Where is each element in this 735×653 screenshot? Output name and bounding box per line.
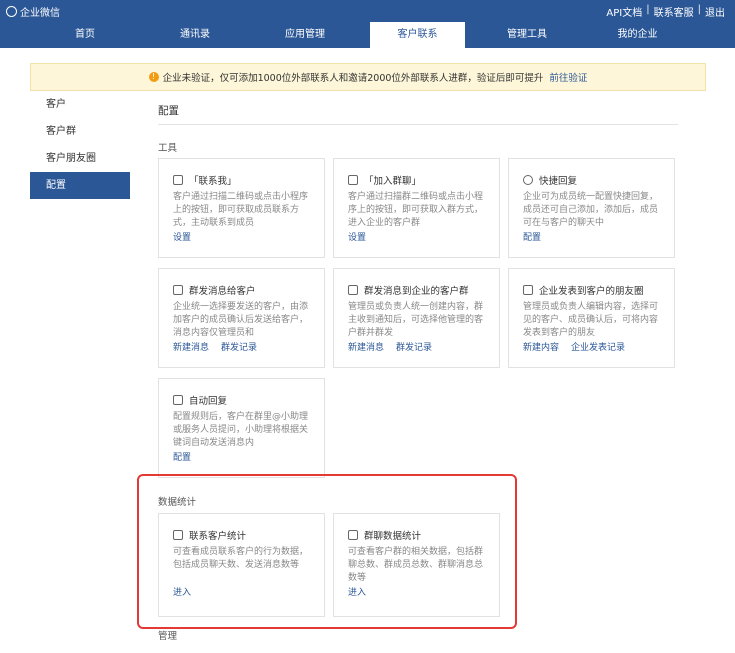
- configure-link[interactable]: 配置: [173, 450, 191, 463]
- setup-link[interactable]: 设置: [348, 230, 366, 243]
- nav-my-enterprise[interactable]: 我的企业: [590, 22, 685, 48]
- annotation-highlight-box: [137, 474, 517, 629]
- card-title: 「联系我」: [189, 176, 237, 187]
- section-manage-title: 管理: [158, 631, 178, 642]
- top-bar: 企业微信 API文档 | 联系客服 | 退出 首页 通讯录 应用管理 客户联系 …: [0, 0, 735, 48]
- verification-notice: ! 企业未验证，仅可添加1000位外部联系人和邀请2000位外部联系人进群，验证…: [30, 63, 706, 91]
- sidebar-item-customer-groups[interactable]: 客户群: [30, 118, 130, 145]
- card-desc: 客户通过扫描群二维码或点击小程序上的按钮，即可获取入群方式，进入企业的客户群: [348, 192, 484, 228]
- card-desc: 企业可为成员统一配置快捷回复，成员还可自己添加，添加后，成员可在与客户的聊天中: [523, 192, 659, 228]
- publish-history-link[interactable]: 企业发表记录: [571, 340, 625, 353]
- page-title: 配置: [158, 105, 179, 117]
- warning-icon: !: [148, 72, 159, 82]
- new-message-link[interactable]: 新建消息: [173, 340, 209, 353]
- card-broadcast-groups: 群发消息到企业的客户群 管理员或负责人统一创建内容，群主收到通知后，可选择他管理…: [333, 268, 500, 368]
- contact-me-icon: [173, 175, 183, 185]
- new-message-link[interactable]: 新建消息: [348, 340, 384, 353]
- api-docs-link[interactable]: API文档: [606, 4, 642, 19]
- card-title: 企业发表到客户的朋友圈: [539, 286, 644, 297]
- verify-link[interactable]: 前往验证: [549, 70, 587, 84]
- card-join-group: 「加入群聊」 客户通过扫描群二维码或点击小程序上的按钮，即可获取入群方式，进入企…: [333, 158, 500, 258]
- join-group-icon: [348, 175, 358, 185]
- card-desc: 配置规则后，客户在群里@小助理或服务人员提问，小助理将根据关键词自动发送消息内: [173, 412, 309, 448]
- top-links: API文档 | 联系客服 | 退出: [606, 4, 725, 19]
- group-broadcast-icon: [348, 285, 358, 295]
- moments-icon: [523, 285, 533, 295]
- quick-reply-icon: [523, 175, 533, 185]
- card-auto-reply: 自动回复 配置规则后，客户在群里@小助理或服务人员提问，小助理将根据关键词自动发…: [158, 378, 325, 478]
- sidebar-item-config[interactable]: 配置: [30, 172, 130, 199]
- separator: |: [646, 4, 650, 15]
- card-contact-me: 「联系我」 客户通过扫描二维码或点击小程序上的按钮，即可获取成员联系方式，主动联…: [158, 158, 325, 258]
- card-title: 群发消息给客户: [189, 286, 256, 297]
- broadcast-icon: [173, 285, 183, 295]
- nav-app-management[interactable]: 应用管理: [260, 22, 350, 48]
- setup-link[interactable]: 设置: [173, 230, 191, 243]
- nav-customer-contact[interactable]: 客户联系: [370, 22, 465, 48]
- notice-text: 企业未验证，仅可添加1000位外部联系人和邀请2000位外部联系人进群，验证后即…: [162, 73, 544, 84]
- card-title: 自动回复: [189, 396, 228, 407]
- card-moments: 企业发表到客户的朋友圈 管理员或负责人编辑内容，选择可见的客户、成员确认后，可将…: [508, 268, 675, 368]
- main-nav: 首页 通讯录 应用管理 客户联系 管理工具 我的企业: [0, 22, 735, 48]
- sidebar: 客户 客户群 客户朋友圈 配置: [30, 91, 130, 199]
- card-broadcast-customers: 群发消息给客户 企业统一选择要发送的客户，由添加客户的成员确认后发送给客户，消息…: [158, 268, 325, 368]
- card-title: 快捷回复: [539, 176, 578, 187]
- logo-text: 企业微信: [20, 7, 60, 19]
- nav-contacts[interactable]: 通讯录: [150, 22, 240, 48]
- logout-link[interactable]: 退出: [705, 4, 725, 19]
- broadcast-history-link[interactable]: 群发记录: [396, 340, 432, 353]
- separator: |: [697, 4, 701, 15]
- auto-reply-icon: [173, 395, 183, 405]
- broadcast-history-link[interactable]: 群发记录: [221, 340, 257, 353]
- new-content-link[interactable]: 新建内容: [523, 340, 559, 353]
- section-tools-title: 工具: [158, 143, 178, 154]
- sidebar-item-customers[interactable]: 客户: [30, 91, 130, 118]
- nav-home[interactable]: 首页: [40, 22, 130, 48]
- card-desc: 企业统一选择要发送的客户，由添加客户的成员确认后发送给客户，消息内容仅管理员和: [173, 302, 309, 338]
- card-title: 群发消息到企业的客户群: [364, 286, 469, 297]
- card-title: 「加入群聊」: [364, 176, 422, 187]
- card-desc: 客户通过扫描二维码或点击小程序上的按钮，即可获取成员联系方式，主动联系到成员: [173, 192, 309, 228]
- logo[interactable]: 企业微信: [6, 4, 60, 19]
- wecom-logo-icon: [6, 5, 17, 17]
- divider: [158, 124, 678, 125]
- contact-support-link[interactable]: 联系客服: [654, 4, 694, 19]
- card-desc: 管理员或负责人统一创建内容，群主收到通知后，可选择他管理的客户群并群发: [348, 302, 484, 338]
- card-quick-reply: 快捷回复 企业可为成员统一配置快捷回复，成员还可自己添加，添加后，成员可在与客户…: [508, 158, 675, 258]
- card-desc: 管理员或负责人编辑内容，选择可见的客户、成员确认后，可将内容发表到客户的朋友: [523, 302, 659, 338]
- configure-link[interactable]: 配置: [523, 230, 541, 243]
- nav-management-tools[interactable]: 管理工具: [482, 22, 572, 48]
- sidebar-item-moments[interactable]: 客户朋友圈: [30, 145, 130, 172]
